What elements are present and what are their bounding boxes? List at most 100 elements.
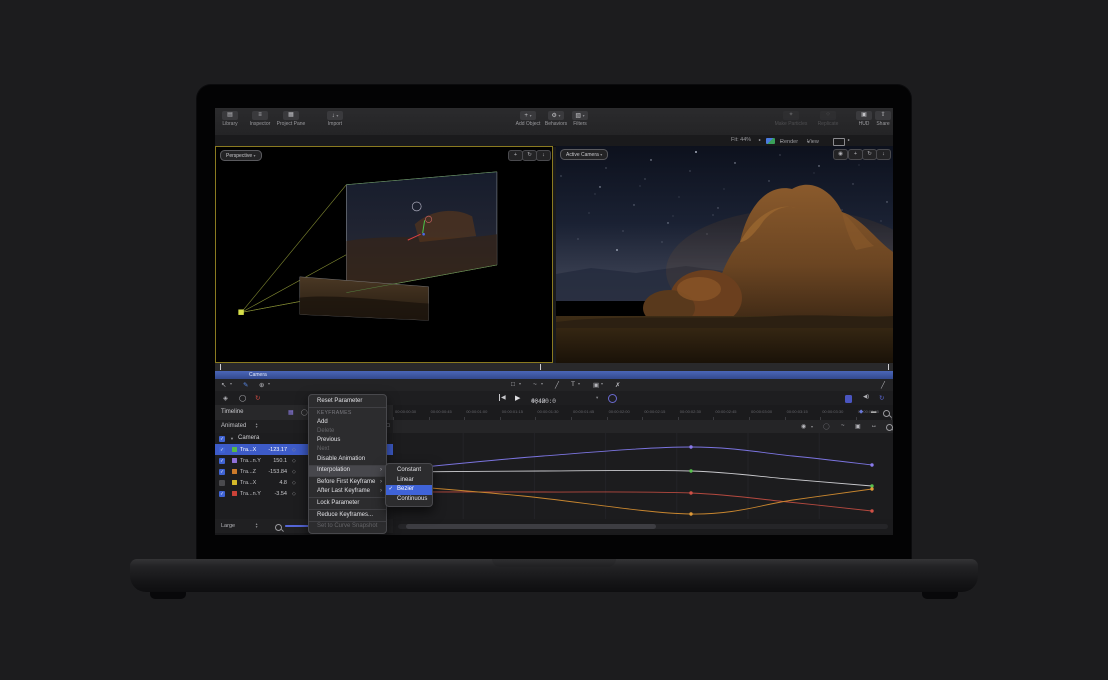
row-checkbox[interactable]: ✓ xyxy=(219,480,225,486)
tab-video-timeline-icon[interactable]: ▦ xyxy=(288,409,294,416)
range-end-marker[interactable] xyxy=(888,364,889,370)
group-checkbox[interactable]: ✓ xyxy=(219,436,225,442)
keyframe-nav-icon[interactable]: ◇ xyxy=(292,480,296,486)
camera-snapshot-icon[interactable]: ▣ xyxy=(855,423,861,430)
curve-visibility-caret[interactable]: ▾ xyxy=(811,424,813,429)
menu-item-before-first-keyframe[interactable]: Before First Keyframe› xyxy=(309,478,386,487)
camera-view-icon[interactable]: ◉ xyxy=(833,149,848,160)
row-size-select[interactable]: Large xyxy=(221,523,235,529)
row-checkbox[interactable]: ✓ xyxy=(219,491,225,497)
play-button[interactable]: ▶ xyxy=(515,394,520,402)
keyframe-point[interactable] xyxy=(870,509,873,512)
menu-item-reset-parameter[interactable]: Reset Parameter xyxy=(309,397,386,406)
adjust-item-tool-icon[interactable]: ╱ xyxy=(881,381,885,389)
zoom-magnifier-icon[interactable] xyxy=(883,410,890,417)
disclosure-triangle-icon[interactable]: ▼ xyxy=(230,436,234,441)
menu-item-lock-parameter[interactable]: Lock Parameter xyxy=(309,499,386,508)
canvas-perspective-view[interactable]: Perspective ▾ + ↻ ↓ xyxy=(215,146,553,363)
record-animation-icon[interactable]: ↻ xyxy=(255,394,260,402)
menu-item-previous[interactable]: Previous xyxy=(309,436,386,445)
keyframe-nav-icon[interactable]: ◇ xyxy=(292,447,296,453)
pan-tool-icon[interactable]: + xyxy=(508,150,523,161)
transform-tool-caret[interactable]: ▾ xyxy=(268,381,270,386)
mask-tool-icon[interactable]: ▣ xyxy=(593,381,599,389)
rectangle-tool-icon[interactable]: □ xyxy=(511,381,515,388)
dolly-tool-icon[interactable]: ↓ xyxy=(876,149,891,160)
curve-shape-icon[interactable]: ~ xyxy=(841,423,845,429)
submenu-item-constant[interactable]: Constant xyxy=(386,466,432,476)
range-start-marker[interactable] xyxy=(220,364,221,370)
parameter-value[interactable]: -153.84 xyxy=(253,469,287,475)
horizontal-scrollbar-thumb[interactable] xyxy=(406,524,656,529)
keyframe-nav-icon[interactable]: ◇ xyxy=(292,491,296,497)
filters-button[interactable]: ▧ ▾ Filters xyxy=(565,111,595,127)
onion-skin-icon[interactable]: ◯ xyxy=(239,394,246,402)
curve-red[interactable] xyxy=(393,492,872,511)
text-tool-caret[interactable]: ▾ xyxy=(578,381,580,386)
edit-points-tool-icon[interactable]: ✎ xyxy=(243,381,248,389)
go-to-start-button[interactable]: ◀ xyxy=(499,394,506,401)
orbit-tool-icon[interactable]: ↻ xyxy=(862,149,877,160)
animated-filter-stepper[interactable]: ▲▼ xyxy=(255,423,258,430)
project-pane-button[interactable]: ▦ Project Pane xyxy=(269,111,313,127)
menu-item-interpolation[interactable]: Interpolation› xyxy=(309,466,386,475)
pan-tool-icon[interactable]: + xyxy=(848,149,863,160)
fit-keyframes-icon[interactable]: ◆ xyxy=(859,409,863,415)
orbit-tool-icon[interactable]: ↻ xyxy=(522,150,537,161)
parameter-value[interactable]: -123.17 xyxy=(253,447,287,453)
share-button[interactable]: ⇧ Share xyxy=(872,111,893,127)
timecode-menu-caret[interactable]: ▾ xyxy=(596,395,598,401)
keyframe-point[interactable] xyxy=(689,512,692,515)
curve-purple[interactable] xyxy=(393,447,872,470)
horizontal-scrollbar[interactable] xyxy=(398,524,888,529)
submenu-item-bezier[interactable]: ✓Bezier xyxy=(386,485,432,495)
keyframe-point[interactable] xyxy=(689,445,692,448)
dolly-tool-icon[interactable]: ↓ xyxy=(536,150,551,161)
crop-tool-icon[interactable]: ✗ xyxy=(615,381,620,389)
parameter-value[interactable]: 4.8 xyxy=(253,480,287,486)
timecode-ruler[interactable]: 00:00:00:3000:00:00:4500:00:01:0000:00:0… xyxy=(393,405,893,421)
bezier-tool-caret[interactable]: ▾ xyxy=(541,381,543,386)
show-keyframes-icon[interactable]: ◈ xyxy=(223,394,228,402)
keyframe-point[interactable] xyxy=(870,463,873,466)
mask-tool-caret[interactable]: ▾ xyxy=(601,381,603,386)
import-button[interactable]: ↓ ▾ Import xyxy=(315,111,355,127)
keyframe-point[interactable] xyxy=(870,484,873,487)
text-tool-icon[interactable]: T xyxy=(571,381,575,388)
curve-white[interactable] xyxy=(393,470,872,486)
keyframe-point[interactable] xyxy=(689,469,692,472)
animated-filter-select[interactable]: Animated xyxy=(221,423,246,429)
loop-playback-icon[interactable]: ↻ xyxy=(879,394,884,402)
menu-item-after-last-keyframe[interactable]: After Last Keyframe› xyxy=(309,487,386,496)
channels-swatch-icon[interactable] xyxy=(766,138,775,144)
curve-orange[interactable] xyxy=(393,485,872,514)
canvas-active-camera-view[interactable]: Active Camera ▾ ◉ + ↻ ↓ xyxy=(556,146,893,363)
curve-visibility-icon[interactable]: ◉ xyxy=(801,423,806,430)
keyframe-editor-canvas[interactable] xyxy=(393,433,893,519)
submenu-item-continuous[interactable]: Continuous xyxy=(386,495,432,505)
view-selector-perspective[interactable]: Perspective ▾ xyxy=(220,150,262,161)
menu-item-add[interactable]: Add xyxy=(309,418,386,427)
row-size-stepper[interactable]: ▲▼ xyxy=(255,523,258,530)
fit-zoom-control[interactable]: Fit: 44% xyxy=(731,137,751,143)
select-tool-caret[interactable]: ▾ xyxy=(230,381,232,386)
menu-item-disable-animation[interactable]: Disable Animation xyxy=(309,455,386,464)
submenu-item-linear[interactable]: Linear xyxy=(386,476,432,486)
line-tool-icon[interactable]: ╱ xyxy=(555,381,559,389)
solo-icon[interactable] xyxy=(845,395,852,403)
keyframe-curves[interactable] xyxy=(393,433,893,519)
menu-item-reduce-keyframes[interactable]: Reduce Keyframes... xyxy=(309,511,386,520)
transform-tool-icon[interactable]: ⊕ xyxy=(259,381,264,389)
playhead-marker[interactable] xyxy=(540,364,541,370)
row-checkbox[interactable]: ✓ xyxy=(219,447,225,453)
zoom-out-range-icon[interactable]: ▬ xyxy=(871,409,877,415)
editor-zoom-icon[interactable] xyxy=(886,424,893,431)
fit-curves-icon[interactable]: ↔ xyxy=(871,423,877,429)
timing-clock-icon[interactable] xyxy=(608,394,617,403)
audio-icon[interactable]: ◀) xyxy=(863,394,869,400)
library-button[interactable]: ▤ Library xyxy=(216,111,244,127)
keyframe-point[interactable] xyxy=(689,491,692,494)
parameter-value[interactable]: -3.54 xyxy=(253,491,287,497)
tab-audio-icon[interactable]: ◯ xyxy=(301,409,308,416)
view-selector-active-camera[interactable]: Active Camera ▾ xyxy=(560,149,608,160)
